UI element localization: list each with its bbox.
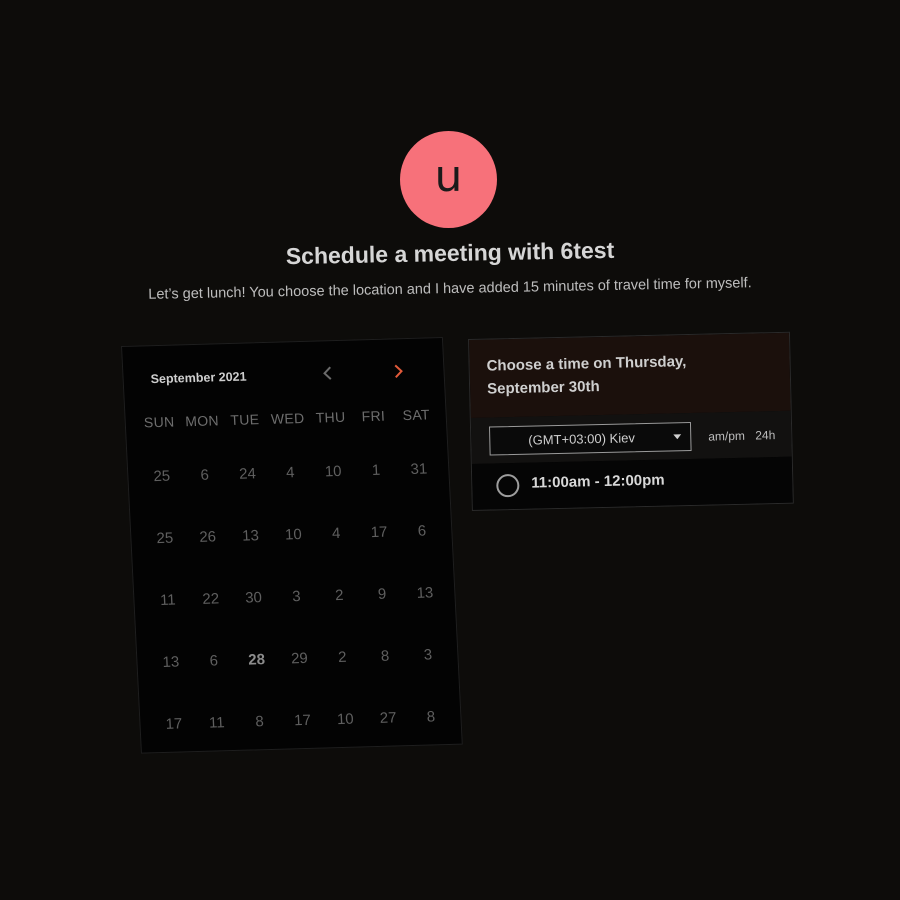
calendar-header: September 2021 [122,338,445,407]
calendar-day[interactable]: 8 [363,635,408,676]
chevron-right-icon [394,364,403,379]
calendar-day[interactable]: 4 [268,452,313,493]
month-label: September 2021 [150,369,247,387]
calendar-day[interactable]: 27 [366,697,411,738]
calendar-week: 11 22 30 3 2 9 13 [145,572,448,642]
calendar-day[interactable]: 10 [323,698,368,739]
calendar-day[interactable]: 25 [139,455,184,496]
calendar-week: 17 11 8 17 10 27 8 [152,696,455,766]
calendar-day[interactable]: 11 [145,579,190,620]
weekday-label: THU [315,408,346,426]
weekday-label: FRI [361,407,386,425]
calendar-day[interactable]: 10 [271,514,316,555]
time-panel-title: Choose a time on Thursday, September 30t… [486,353,687,398]
time-panel-header: Choose a time on Thursday, September 30t… [469,332,791,418]
timezone-select[interactable]: (GMT+03:00) Kiev [488,421,692,456]
radio-button[interactable] [496,473,520,498]
timezone-value: (GMT+03:00) Kiev [528,430,636,448]
calendar-day[interactable]: 25 [142,517,187,558]
chevron-left-icon [323,366,332,380]
page-subtitle: Let’s get lunch! You choose the location… [148,275,752,303]
weekday-label: WED [270,409,305,427]
weekday-label: TUE [230,411,260,428]
avatar: u [400,131,497,228]
calendar-day[interactable]: 26 [185,516,230,557]
prev-month-button[interactable] [315,361,340,386]
calendar-week: 25 26 13 10 4 17 6 [142,510,445,580]
weekday-label: MON [184,412,220,430]
calendar-day[interactable]: 24 [225,453,270,494]
calendar-day[interactable]: 4 [314,512,359,553]
calendar-day[interactable]: 8 [237,701,282,742]
format-24h-toggle[interactable]: 24h [755,428,775,442]
calendar-day-highlighted[interactable]: 28 [234,639,279,680]
calendar-day[interactable]: 2 [320,636,365,677]
calendar-day[interactable]: 10 [311,451,356,492]
calendar-day[interactable]: 13 [403,572,448,613]
calendar-day[interactable]: 17 [357,511,402,552]
calendar-day[interactable]: 30 [231,577,276,618]
time-slot-label: 11:00am - 12:00pm [531,471,665,492]
next-month-button[interactable] [386,359,411,384]
weekday-row: SUN MON TUE WED THU FRI SAT [137,406,438,430]
calendar-day[interactable]: 13 [149,641,194,682]
weekday-label: SAT [402,406,431,424]
calendar-day[interactable]: 13 [228,515,273,556]
calendar-day[interactable]: 6 [182,454,227,495]
calendar-day[interactable]: 3 [274,576,319,617]
calendar-day[interactable]: 6 [400,510,445,551]
calendar: September 2021 SUN MON TUE WED THU FRI S… [121,337,463,754]
calendar-day[interactable]: 8 [409,696,454,737]
calendar-day[interactable]: 17 [152,703,197,744]
calendar-grid: 25 6 24 4 10 1 31 25 26 13 10 4 17 6 11 … [139,448,454,766]
calendar-day[interactable]: 6 [191,640,236,681]
time-slot[interactable]: 11:00am - 12:00pm [471,456,793,510]
timezone-row: (GMT+03:00) Kiev am/pm 24h [470,410,792,464]
calendar-day[interactable]: 29 [277,638,322,679]
calendar-day[interactable]: 1 [354,449,399,490]
calendar-day[interactable]: 31 [396,448,441,489]
calendar-day[interactable]: 2 [317,574,362,615]
avatar-letter: u [434,150,463,202]
calendar-day[interactable]: 9 [360,573,405,614]
calendar-week: 25 6 24 4 10 1 31 [139,448,442,518]
time-picker-panel: Choose a time on Thursday, September 30t… [468,331,794,511]
page-title: Schedule a meeting with 6test [285,236,615,270]
calendar-week: 13 6 28 29 2 8 3 [149,634,452,704]
calendar-day[interactable]: 3 [406,634,451,675]
calendar-day[interactable]: 22 [188,578,233,619]
caret-down-icon [673,434,682,440]
weekday-label: SUN [143,413,175,431]
calendar-day[interactable]: 17 [280,700,325,741]
calendar-day[interactable]: 11 [194,702,239,743]
format-12h-toggle[interactable]: am/pm [708,429,745,444]
